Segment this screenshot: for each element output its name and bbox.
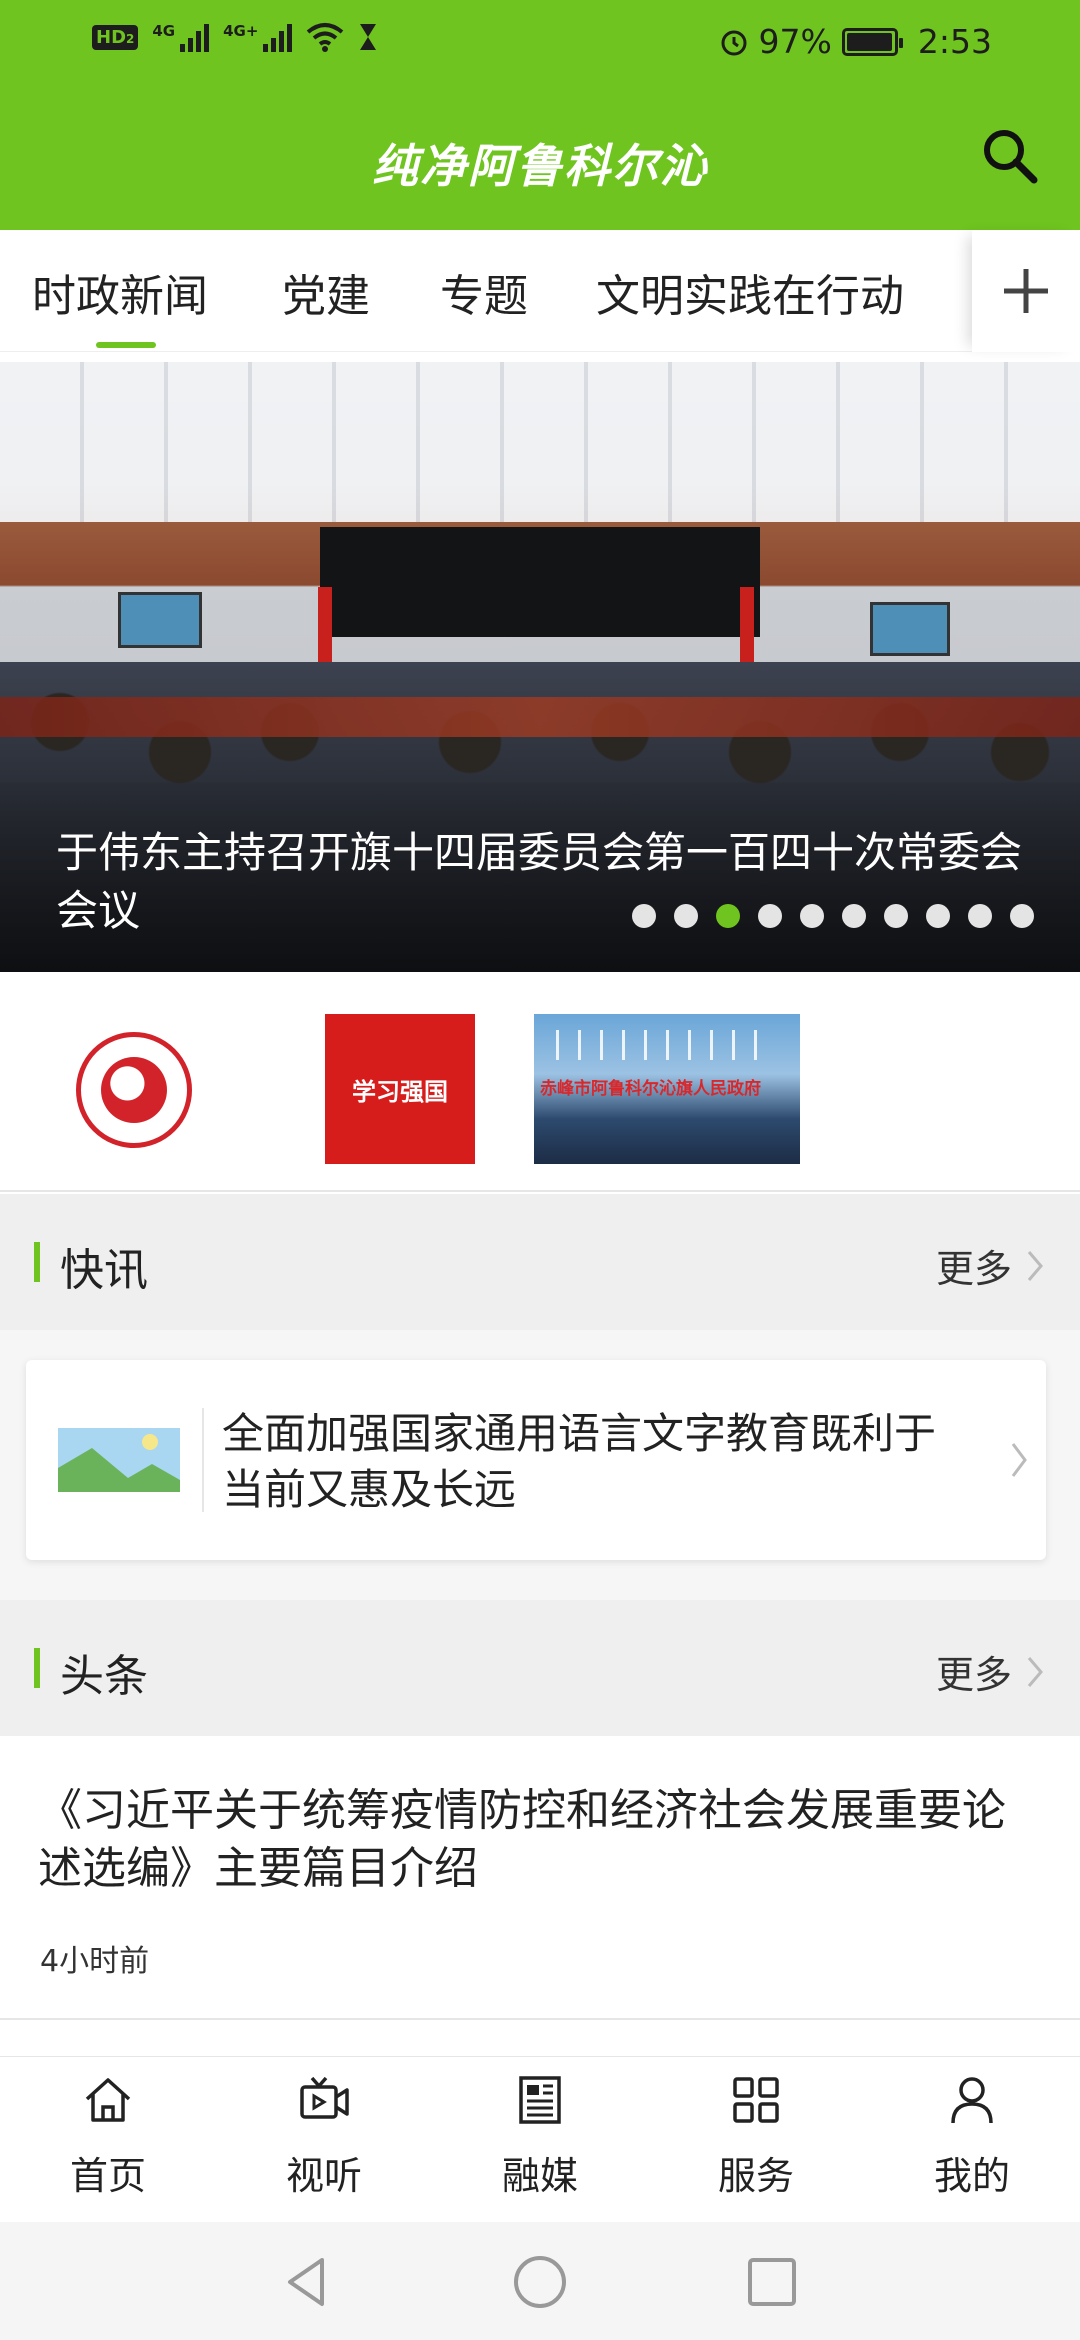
hourglass-icon: [360, 24, 377, 50]
carousel-dot[interactable]: [968, 904, 992, 928]
carousel-dot[interactable]: [674, 904, 698, 928]
home-icon: [85, 2078, 131, 2122]
kuaixun-more-link[interactable]: 更多: [936, 1238, 1044, 1293]
wifi-icon: [307, 23, 344, 52]
section-title: 快讯: [60, 1245, 148, 1296]
carousel-dot[interactable]: [926, 904, 950, 928]
nav-services[interactable]: 服务: [696, 2073, 816, 2200]
battery-percent: 97%: [758, 22, 832, 61]
recents-icon[interactable]: [742, 2252, 802, 2312]
signal-icon: 4G: [152, 22, 210, 52]
signal-icon: 4G+: [223, 22, 293, 52]
article-title: 《习近平关于统筹疫情防控和经济社会发展重要论述选编》主要篇目介绍: [38, 1785, 1006, 1894]
nav-profile[interactable]: 我的: [912, 2073, 1032, 2200]
carousel-dot[interactable]: [1010, 904, 1034, 928]
system-nav-bar: [0, 2222, 1080, 2340]
headline-article[interactable]: 《习近平关于统筹疫情防控和经济社会发展重要论述选编》主要篇目介绍 4小时前: [0, 1736, 1080, 2020]
alarm-icon: [721, 30, 747, 55]
status-right: 97% 2:53: [719, 22, 992, 61]
hd-badge: HD2: [92, 24, 139, 50]
nav-media[interactable]: 融媒: [480, 2073, 600, 2200]
active-tab-indicator: [96, 342, 156, 348]
carousel-indicator: [632, 904, 1034, 928]
civilization-center-logo[interactable]: [76, 1032, 192, 1148]
toutiao-section-header: 头条 更多: [0, 1600, 1080, 1736]
section-title: 头条: [60, 1651, 148, 1702]
plus-icon: [1004, 269, 1048, 313]
chevron-right-icon: [1027, 1250, 1043, 1281]
bottom-nav: 首页 视听 融媒 服务 我的: [0, 2056, 1080, 2222]
battery-icon: [841, 27, 903, 56]
image-placeholder-icon: [58, 1428, 180, 1492]
chevron-right-icon: [1011, 1443, 1027, 1477]
person-icon: [951, 2077, 993, 2124]
nav-home[interactable]: 首页: [48, 2073, 168, 2200]
carousel-dot[interactable]: [842, 904, 866, 928]
carousel-dot[interactable]: [632, 904, 656, 928]
nav-video[interactable]: 视听: [264, 2073, 384, 2200]
government-site-logo[interactable]: 赤峰市阿鲁科尔沁旗人民政府: [534, 1014, 800, 1164]
tab-zhuanti[interactable]: 专题: [440, 260, 528, 324]
carousel-dot-active[interactable]: [716, 904, 740, 928]
carousel-dot[interactable]: [800, 904, 824, 928]
home-circle-icon[interactable]: [510, 2252, 570, 2312]
app-title: 纯净阿鲁科尔沁: [372, 139, 708, 193]
newspaper-icon: [519, 2076, 561, 2124]
kuaixun-card[interactable]: 全面加强国家通用语言文字教育既利于当前又惠及长远: [26, 1360, 1046, 1560]
status-bar: HD2 4G 4G+ 97% 2:53: [0, 0, 1080, 86]
xuexi-qiangguo-logo[interactable]: 学习强国: [325, 1014, 475, 1164]
add-tab-button[interactable]: [972, 230, 1080, 352]
category-tabs: 时政新闻 党建 专题 文明实践在行动: [0, 230, 1080, 352]
toutiao-more-link[interactable]: 更多: [936, 1644, 1044, 1699]
chevron-right-icon: [1027, 1656, 1043, 1687]
kuaixun-section-header: 快讯 更多: [0, 1194, 1080, 1330]
status-left: HD2 4G 4G+: [92, 22, 378, 52]
grid-icon: [733, 2077, 779, 2123]
search-icon[interactable]: [978, 124, 1042, 188]
video-icon: [300, 2076, 349, 2119]
tab-shizheng[interactable]: 时政新闻: [32, 260, 208, 324]
back-icon[interactable]: [278, 2252, 338, 2312]
partner-links: 学习强国 赤峰市阿鲁科尔沁旗人民政府: [0, 982, 1080, 1192]
header-bar: HD2 4G 4G+ 97% 2:53 纯净阿鲁科尔沁: [0, 0, 1080, 230]
clock: 2:53: [917, 22, 992, 61]
article-time: 4小时前: [40, 1944, 150, 1979]
carousel-dot[interactable]: [884, 904, 908, 928]
tab-dangjian[interactable]: 党建: [282, 260, 370, 324]
carousel-dot[interactable]: [758, 904, 782, 928]
kuaixun-headline: 全面加强国家通用语言文字教育既利于当前又惠及长远: [222, 1409, 937, 1514]
tab-wenming[interactable]: 文明实践在行动: [596, 260, 904, 324]
banner-carousel[interactable]: 于伟东主持召开旗十四届委员会第一百四十次常委会会议: [0, 362, 1080, 972]
